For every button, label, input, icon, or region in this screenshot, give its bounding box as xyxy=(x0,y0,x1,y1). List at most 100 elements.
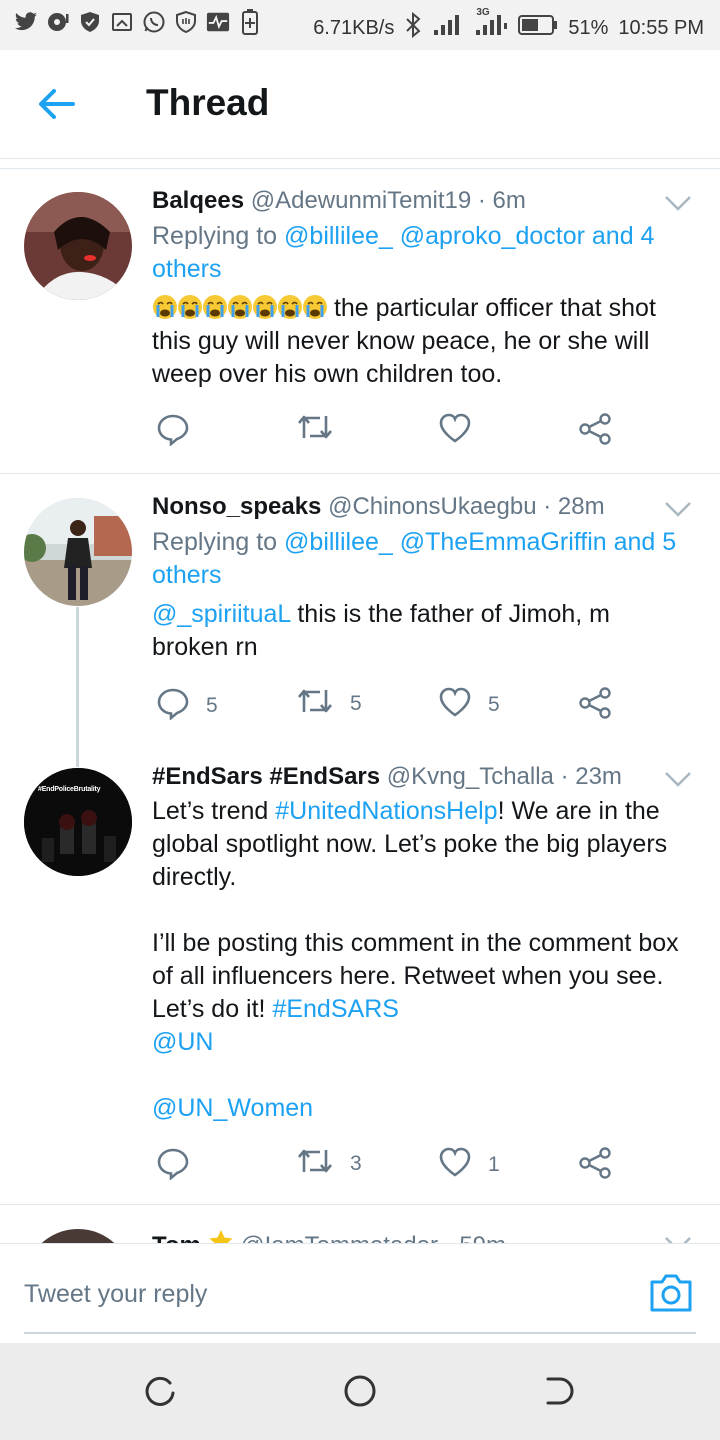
avatar[interactable]: #EndPoliceBrutality xyxy=(24,768,132,876)
reply-input[interactable]: Tweet your reply xyxy=(24,1280,207,1309)
app-bar: Thread xyxy=(0,50,720,160)
retweet-count: 3 xyxy=(350,1152,362,1175)
notification-icons xyxy=(14,9,262,35)
tweet-actions: 3 1 xyxy=(152,1146,622,1186)
tweet-text: @_spiriituaL this is the father of Jimoh… xyxy=(152,598,692,664)
like-count: 5 xyxy=(488,693,500,716)
retweet-button[interactable]: 5 xyxy=(296,686,362,722)
author-handle[interactable]: @IamTommatador xyxy=(240,1232,438,1243)
star-icon xyxy=(208,1230,234,1243)
tweet-actions: 5 5 5 xyxy=(152,686,622,726)
mention-link[interactable]: @UN_Women xyxy=(152,1094,313,1122)
avatar-caption: #EndPoliceBrutality xyxy=(38,786,101,793)
retweet-button[interactable] xyxy=(296,412,350,448)
avatar[interactable] xyxy=(24,498,132,606)
chevron-down-icon[interactable] xyxy=(664,194,692,212)
mention-link[interactable]: @_spiriituaL xyxy=(152,600,290,628)
tweet-text-content: Let’s trend xyxy=(152,797,276,825)
twitter-icon xyxy=(14,10,38,34)
reply-icon xyxy=(156,412,190,452)
replying-to-label: Replying to xyxy=(152,222,285,250)
battery-plus-icon xyxy=(238,9,262,35)
retweet-icon xyxy=(296,412,334,448)
divider xyxy=(0,168,720,169)
chevron-down-icon[interactable] xyxy=(664,770,692,788)
chevron-down-icon[interactable] xyxy=(664,1235,692,1243)
author-name[interactable]: Balqees xyxy=(152,187,244,214)
timestamp: · 23m xyxy=(560,763,622,790)
arrow-back-icon xyxy=(37,87,75,126)
tweet-text: @UN_Women xyxy=(152,1092,692,1125)
tweet-text: @UN xyxy=(152,1026,692,1059)
tweet-actions xyxy=(152,412,622,452)
battery-icon xyxy=(518,14,558,42)
reply-icon xyxy=(156,1146,190,1186)
timestamp: · 28m xyxy=(543,493,605,520)
like-button[interactable]: 1 xyxy=(438,1146,500,1184)
tweet-text: the particular officer that shot this gu… xyxy=(152,292,692,391)
signal-icon xyxy=(432,13,464,43)
avatar[interactable] xyxy=(24,192,132,300)
recents-icon xyxy=(142,1376,178,1413)
reply-button[interactable] xyxy=(156,412,206,452)
signal-3g-icon: 3G xyxy=(474,7,508,43)
hashtag-link[interactable]: #EndSARS xyxy=(272,995,398,1023)
page-title: Thread xyxy=(146,82,270,123)
like-button[interactable] xyxy=(438,412,488,450)
tweet[interactable]: Balqees @AdewunmiTemit19 · 6m Replying t… xyxy=(0,170,720,472)
network-speed: 6.71KB/s xyxy=(313,16,395,39)
mention-link[interactable]: @UN xyxy=(152,1028,214,1056)
divider xyxy=(0,158,720,159)
back-nav-button[interactable] xyxy=(542,1373,578,1409)
author-name[interactable]: Nonso_speaks xyxy=(152,493,321,520)
input-underline xyxy=(24,1332,696,1334)
tweet-body: Nonso_speaks @ChinonsUkaegbu · 28m Reply… xyxy=(152,492,692,664)
tweet-text: I’ll be posting this comment in the comm… xyxy=(152,927,692,1026)
replying-to-label: Replying to xyxy=(152,528,285,556)
tweet-header: Tom @IamTommatador · 59m xyxy=(152,1229,692,1243)
system-nav-bar xyxy=(0,1343,720,1440)
status-indicators: 6.71KB/s 3G 51% 10:55 PM xyxy=(313,7,704,44)
camera-button[interactable] xyxy=(648,1272,694,1314)
author-handle[interactable]: @Kvng_Tchalla xyxy=(387,763,554,790)
author-handle[interactable]: @ChinonsUkaegbu xyxy=(328,493,537,520)
recents-button[interactable] xyxy=(142,1373,178,1409)
tweet-text-content: I’ll be posting this comment in the comm… xyxy=(152,929,679,1023)
retweet-icon xyxy=(296,1146,334,1182)
bluetooth-icon xyxy=(404,11,422,44)
tweet[interactable]: #EndPoliceBrutality #EndSars #EndSars @K… xyxy=(0,744,720,1204)
share-button[interactable] xyxy=(578,686,612,726)
share-icon xyxy=(578,412,612,452)
tweet[interactable]: Nonso_speaks @ChinonsUkaegbu · 28m Reply… xyxy=(0,474,720,744)
author-handle[interactable]: @AdewunmiTemit19 xyxy=(251,187,471,214)
tweet-header: Balqees @AdewunmiTemit19 · 6m xyxy=(152,186,692,216)
share-button[interactable] xyxy=(578,1146,612,1186)
back-button[interactable] xyxy=(30,80,82,132)
reply-button[interactable]: 5 xyxy=(156,686,218,726)
replying-to: Replying to @billilee_ @aproko_doctor an… xyxy=(152,220,692,286)
music-icon xyxy=(46,10,70,34)
author-name[interactable]: #EndSars #EndSars xyxy=(152,763,380,790)
author-name[interactable]: Tom xyxy=(152,1232,201,1243)
tweet-header: Nonso_speaks @ChinonsUkaegbu · 28m xyxy=(152,492,692,522)
tweet-text: Let’s trend #UnitedNationsHelp! We are i… xyxy=(152,795,692,894)
retweet-icon xyxy=(296,686,334,722)
reply-button[interactable] xyxy=(156,1146,206,1186)
like-button[interactable]: 5 xyxy=(438,686,500,724)
replying-to: Replying to @billilee_ @TheEmmaGriffin a… xyxy=(152,526,692,592)
chevron-down-icon[interactable] xyxy=(664,500,692,518)
home-button[interactable] xyxy=(342,1373,378,1409)
heart-icon xyxy=(438,686,472,724)
crying-emoji-icon xyxy=(152,294,327,322)
retweet-button[interactable]: 3 xyxy=(296,1146,362,1182)
shield-check-icon xyxy=(174,10,198,34)
hashtag-link[interactable]: #UnitedNationsHelp xyxy=(275,797,497,825)
tweet-body: Tom @IamTommatador · 59m xyxy=(152,1229,692,1243)
tweet-body: Balqees @AdewunmiTemit19 · 6m Replying t… xyxy=(152,186,692,391)
retweet-count: 5 xyxy=(350,692,362,715)
tweet[interactable]: Tom @IamTommatador · 59m xyxy=(0,1205,720,1243)
avatar[interactable] xyxy=(24,1229,132,1243)
reply-icon xyxy=(156,686,190,726)
share-button[interactable] xyxy=(578,412,612,452)
shield-icon xyxy=(78,10,102,34)
